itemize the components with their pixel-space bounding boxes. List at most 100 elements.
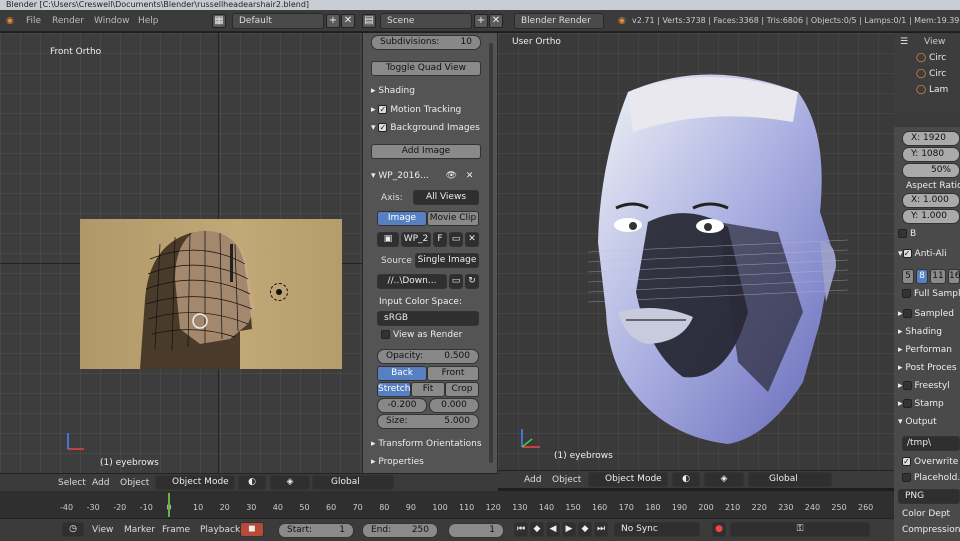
aspect-y-field[interactable]: Y: 1.000 xyxy=(902,209,960,224)
menu-marker[interactable]: Marker xyxy=(124,524,155,536)
play-icon[interactable]: ▶ xyxy=(562,522,576,537)
aspect-x-field[interactable]: X: 1.000 xyxy=(902,193,960,208)
full-sample-checkbox[interactable]: Full Sampl xyxy=(902,287,960,301)
tab-image[interactable]: Image xyxy=(377,211,427,226)
outliner-item-lamp[interactable]: ◯ Lam xyxy=(916,83,948,97)
menu-object-left[interactable]: Object xyxy=(120,477,149,489)
jump-start-icon[interactable]: ⏮ xyxy=(514,522,528,537)
shading-props-header[interactable]: ▸ Shading xyxy=(898,325,942,339)
menu-window[interactable]: Window xyxy=(94,14,130,28)
properties-panel-header[interactable]: ▸ Properties xyxy=(371,455,424,469)
menu-file[interactable]: File xyxy=(26,14,41,28)
crop-button[interactable]: Crop xyxy=(445,382,479,397)
shading-select-left[interactable]: ◐ xyxy=(238,475,266,490)
lamp-icon[interactable] xyxy=(270,283,288,301)
mode-select-right[interactable]: Object Mode xyxy=(588,472,668,487)
orientation-select-left[interactable]: Global xyxy=(312,475,394,490)
output-header[interactable]: ▾ Output xyxy=(898,415,937,429)
stamp-header[interactable]: ▸ Stamp xyxy=(898,397,944,411)
layout-icon[interactable]: ▦ xyxy=(212,14,226,28)
left-3d-viewport[interactable]: Front Ortho (1) eyebrows xyxy=(0,33,362,473)
image-datablock-name[interactable]: WP_2 xyxy=(401,232,431,247)
color-space-select[interactable]: sRGB xyxy=(377,311,479,326)
jump-end-icon[interactable]: ⏭ xyxy=(594,522,608,537)
file-browse-icon[interactable]: ▭ xyxy=(449,274,463,289)
open-folder-icon[interactable]: ▭ xyxy=(449,232,463,247)
axis-select[interactable]: All Views xyxy=(413,190,479,205)
eye-icon[interactable]: 👁 xyxy=(446,171,457,181)
toggle-quad-view-button[interactable]: Toggle Quad View xyxy=(371,61,481,76)
menu-frame[interactable]: Frame xyxy=(162,524,190,536)
start-frame-field[interactable]: Start: 1 xyxy=(278,523,354,538)
add-scene-button[interactable]: + xyxy=(474,14,488,28)
orientation-select-right[interactable]: Global xyxy=(748,472,832,487)
background-images-panel-header[interactable]: ▾ ✓ Background Images xyxy=(371,121,480,135)
aa-5-button[interactable]: 5 xyxy=(902,269,914,284)
motion-tracking-panel-header[interactable]: ▸ ✓ Motion Tracking xyxy=(371,103,461,117)
front-button[interactable]: Front xyxy=(427,366,479,381)
overwrite-checkbox[interactable]: ✓ Overwrite xyxy=(902,455,958,469)
outliner-item-circle-2[interactable]: ◯ Circ xyxy=(916,67,946,81)
sampled-motion-blur-header[interactable]: ▸ Sampled xyxy=(898,307,954,321)
resolution-y-field[interactable]: Y: 1080 px xyxy=(902,147,960,172)
current-frame-marker[interactable] xyxy=(168,493,170,517)
opacity-slider[interactable]: Opacity: 0.500 xyxy=(377,349,479,364)
image-browse-icon[interactable]: ▣ xyxy=(377,232,399,247)
reload-image-icon[interactable]: ↻ xyxy=(465,274,479,289)
menu-view-timeline[interactable]: View xyxy=(92,524,113,536)
back-button[interactable]: Back xyxy=(377,366,427,381)
menu-render[interactable]: Render xyxy=(52,14,84,28)
post-processing-header[interactable]: ▸ Post Proces xyxy=(898,361,957,375)
subdivisions-field[interactable]: Subdivisions: 10 xyxy=(371,35,481,50)
bg-image-entry-header[interactable]: ▾ WP_2016... 👁 ✕ xyxy=(371,169,473,183)
menu-playback[interactable]: Playback xyxy=(200,524,240,536)
anti-alias-panel-header[interactable]: ▾✓ Anti-Ali xyxy=(898,247,947,261)
end-frame-field[interactable]: End: 250 xyxy=(362,523,438,538)
size-field[interactable]: Size: 5.000 xyxy=(377,414,479,429)
menu-help[interactable]: Help xyxy=(138,14,159,28)
menu-add-right[interactable]: Add xyxy=(524,474,541,486)
outliner-item-circle-1[interactable]: ◯ Circ xyxy=(916,51,946,65)
current-frame-field[interactable]: 1 xyxy=(448,523,504,538)
output-path-field[interactable]: /tmp\ xyxy=(902,436,960,451)
remove-image-icon[interactable]: ✕ xyxy=(466,171,474,181)
source-select[interactable]: Single Image xyxy=(415,253,479,268)
unlink-image-icon[interactable]: ✕ xyxy=(465,232,479,247)
freestyle-header[interactable]: ▸ Freestyl xyxy=(898,379,950,393)
shading-select-right[interactable]: ◐ xyxy=(672,472,700,487)
properties-tabs[interactable] xyxy=(894,111,960,127)
record-icon[interactable]: ◼ xyxy=(240,522,264,537)
tab-movie-clip[interactable]: Movie Clip xyxy=(427,211,479,226)
timeline-ruler[interactable]: -40-30-20-100102030405060708090100110120… xyxy=(0,503,894,515)
play-reverse-icon[interactable]: ◀ xyxy=(546,522,560,537)
aa-16-button[interactable]: 16 xyxy=(948,269,960,284)
scene-select[interactable]: Scene xyxy=(380,13,472,29)
shading-panel-header[interactable]: ▸ Shading xyxy=(371,84,415,98)
transform-orientations-panel-header[interactable]: ▸ Transform Orientations xyxy=(371,437,482,451)
menu-select-left[interactable]: Select xyxy=(58,477,86,489)
blender-logo-icon[interactable]: ◉ xyxy=(6,14,14,28)
add-image-button[interactable]: Add Image xyxy=(371,144,481,159)
offset-y-field[interactable]: 0.000 xyxy=(429,398,479,413)
aa-11-button[interactable]: 11 xyxy=(930,269,946,284)
outliner-filter-icon[interactable]: ☰ xyxy=(900,35,908,49)
offset-x-field[interactable]: -0.200 xyxy=(377,398,427,413)
menu-add-left[interactable]: Add xyxy=(92,477,109,489)
resolution-x-field[interactable]: X: 1920 px xyxy=(902,131,960,156)
timeline-area[interactable]: -40-30-20-100102030405060708090100110120… xyxy=(0,491,894,518)
file-format-select[interactable]: PNG xyxy=(898,489,960,504)
pivot-select-right[interactable]: ◈ xyxy=(704,472,744,487)
view-as-render-checkbox[interactable]: View as Render xyxy=(381,330,462,340)
resolution-percent-field[interactable]: 50% xyxy=(902,163,960,178)
prev-keyframe-icon[interactable]: ◆ xyxy=(530,522,544,537)
outliner-item-view[interactable]: View xyxy=(924,35,945,49)
placeholders-checkbox[interactable]: Placehold... xyxy=(902,471,960,485)
performance-header[interactable]: ▸ Performan xyxy=(898,343,952,357)
head-mesh-model[interactable] xyxy=(587,62,849,452)
pivot-select-left[interactable]: ◈ xyxy=(270,475,310,490)
stretch-button[interactable]: Stretch xyxy=(377,382,411,397)
mode-select-left[interactable]: Object Mode xyxy=(155,475,235,490)
add-layout-button[interactable]: + xyxy=(326,14,340,28)
keying-set-field[interactable]: ⚿ xyxy=(730,522,870,537)
layout-select[interactable]: Default xyxy=(232,13,324,29)
